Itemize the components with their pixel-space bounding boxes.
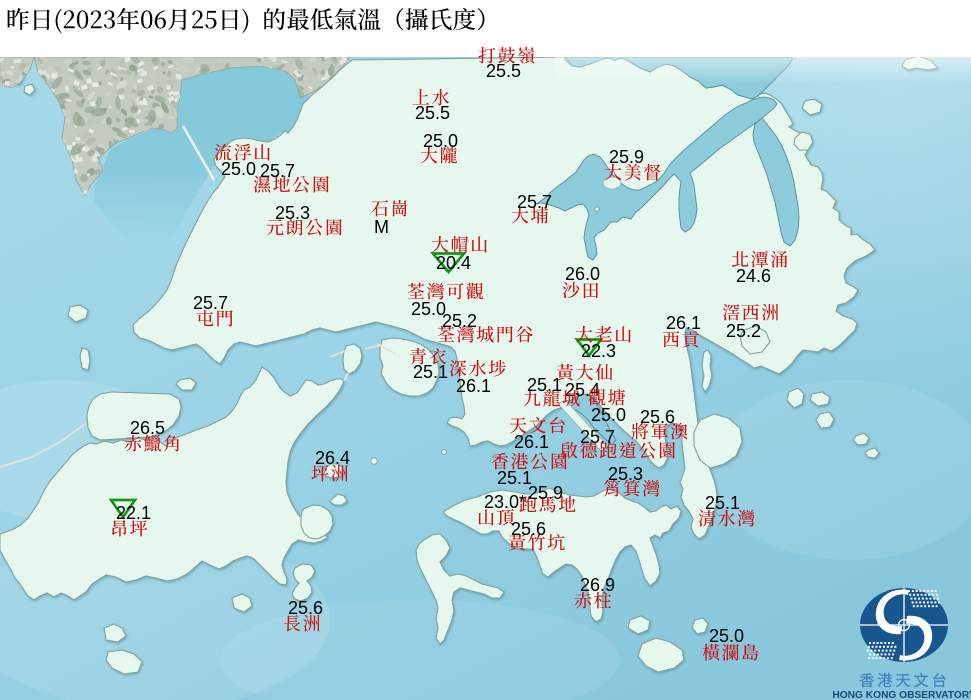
svg-text:M: M: [374, 217, 389, 237]
svg-text:25.7: 25.7: [580, 427, 615, 447]
svg-text:25.6: 25.6: [511, 519, 546, 539]
svg-text:25.5: 25.5: [486, 61, 521, 81]
svg-text:24.6: 24.6: [736, 266, 771, 286]
svg-text:25.0: 25.0: [591, 405, 626, 425]
svg-text:26.5: 26.5: [130, 418, 165, 438]
svg-text:26.4: 26.4: [315, 448, 350, 468]
svg-text:25.0: 25.0: [411, 299, 446, 319]
svg-text:25.7: 25.7: [193, 293, 228, 313]
svg-text:25.9: 25.9: [528, 483, 563, 503]
svg-text:25.3: 25.3: [608, 464, 643, 484]
svg-text:23.0*: 23.0*: [484, 492, 526, 512]
svg-text:22.1: 22.1: [116, 503, 151, 523]
svg-text:20.4: 20.4: [436, 253, 471, 273]
svg-text:26.1: 26.1: [666, 313, 701, 333]
svg-text:25.3: 25.3: [275, 203, 310, 223]
svg-text:25.1: 25.1: [413, 362, 448, 382]
svg-text:25.0: 25.0: [709, 626, 744, 646]
svg-text:26.1: 26.1: [456, 376, 491, 396]
svg-text:25.1: 25.1: [527, 375, 562, 395]
svg-text:25.0: 25.0: [423, 131, 458, 151]
svg-text:26.1: 26.1: [514, 432, 549, 452]
svg-text:25.2: 25.2: [442, 311, 477, 331]
svg-text:26.0: 26.0: [565, 264, 600, 284]
svg-text:25.9: 25.9: [609, 147, 644, 167]
svg-text:25.7: 25.7: [517, 192, 552, 212]
svg-text:25.5: 25.5: [415, 103, 450, 123]
svg-text:25.1: 25.1: [705, 493, 740, 513]
svg-text:25.7: 25.7: [260, 161, 295, 181]
svg-text:HONG KONG OBSERVATORY: HONG KONG OBSERVATORY: [832, 690, 971, 700]
svg-text:25.6: 25.6: [640, 407, 675, 427]
svg-text:26.9: 26.9: [580, 575, 615, 595]
svg-text:22.3: 22.3: [581, 341, 616, 361]
svg-text:25.0: 25.0: [221, 159, 256, 179]
svg-text:25.2: 25.2: [726, 321, 761, 341]
svg-text:25.6: 25.6: [288, 598, 323, 618]
svg-text:25.1: 25.1: [497, 468, 532, 488]
